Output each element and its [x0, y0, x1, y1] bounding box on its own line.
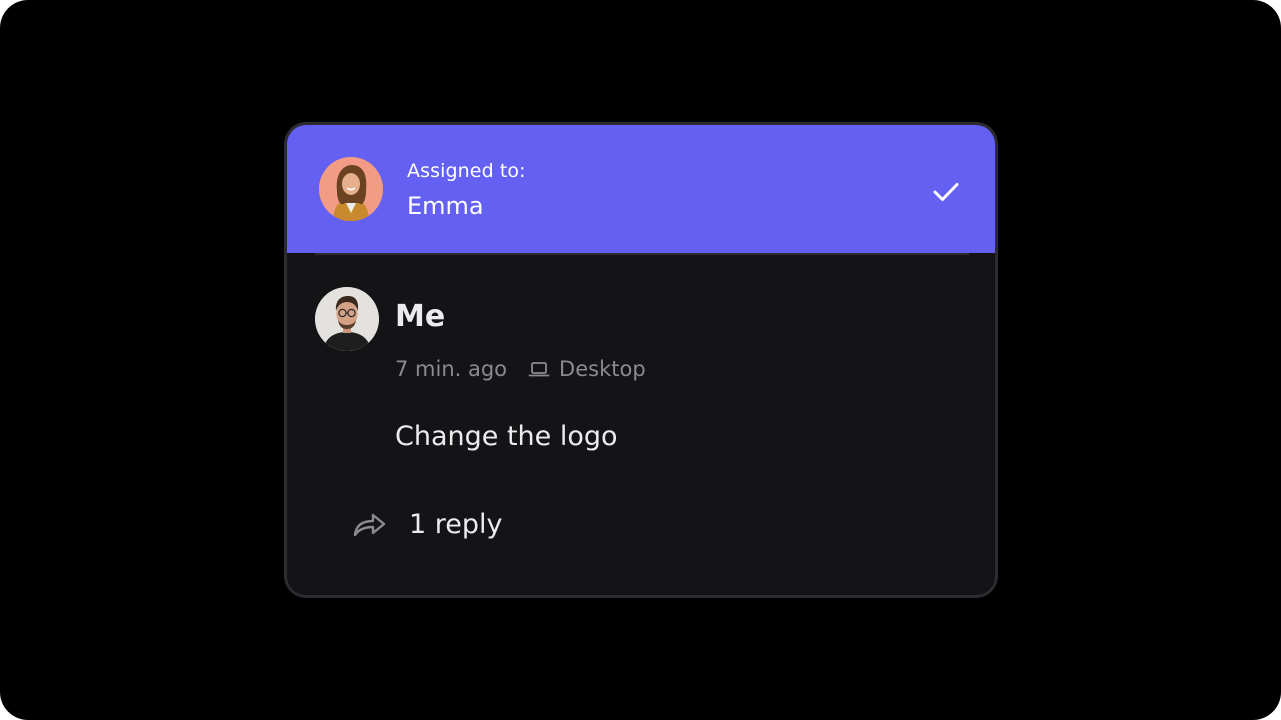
assignment-header: Assigned to: Emma [287, 125, 995, 253]
emma-avatar [319, 157, 383, 221]
reply-count: 1 reply [409, 508, 503, 540]
comment-meta: 7 min. ago Desktop [395, 357, 646, 381]
user-avatar [315, 287, 379, 351]
assignee-name[interactable]: Emma [407, 192, 484, 220]
resolve-check-button[interactable] [929, 175, 963, 209]
laptop-icon [527, 357, 551, 381]
comment-device: Desktop [559, 357, 646, 381]
comment-card: Assigned to: Emma Me 7 min. ago Desktop … [284, 122, 998, 598]
comment-author: Me [395, 299, 446, 334]
reply-arrow-icon [351, 507, 389, 541]
check-icon [933, 183, 959, 201]
comment-timestamp: 7 min. ago [395, 357, 508, 381]
assigned-to-label: Assigned to: [407, 160, 526, 182]
replies-button[interactable]: 1 reply [351, 507, 503, 541]
header-divider [315, 253, 969, 255]
app-canvas: Assigned to: Emma Me 7 min. ago Desktop … [0, 0, 1281, 720]
comment-body: Change the logo [395, 421, 618, 452]
